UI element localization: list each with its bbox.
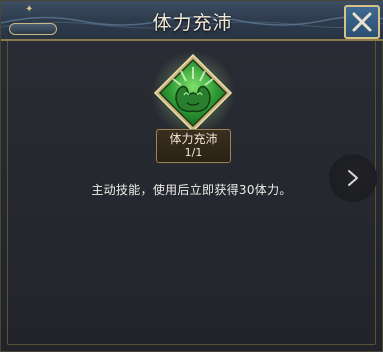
skill-description: 主动技能，使用后立即获得30体力。 <box>91 183 292 197</box>
close-x-icon <box>352 12 372 32</box>
skill-info-dialog: ✦ 体力充沛 体力充沛 1/1 主动技能，使用后立即获得30体力。 <box>0 0 383 352</box>
chevron-right-icon <box>348 170 358 186</box>
close-button[interactable] <box>344 5 380 39</box>
skill-level: 1/1 <box>184 146 203 159</box>
dialog-title: 体力充沛 <box>152 12 233 34</box>
skill-name: 体力充沛 <box>169 132 218 146</box>
title-bar: ✦ 体力充沛 <box>1 1 383 41</box>
skill-name-plate: 体力充沛 1/1 <box>156 129 231 163</box>
muscle-arm-icon <box>151 51 235 135</box>
next-skill-button[interactable] <box>329 154 377 202</box>
skill-icon <box>151 51 235 135</box>
